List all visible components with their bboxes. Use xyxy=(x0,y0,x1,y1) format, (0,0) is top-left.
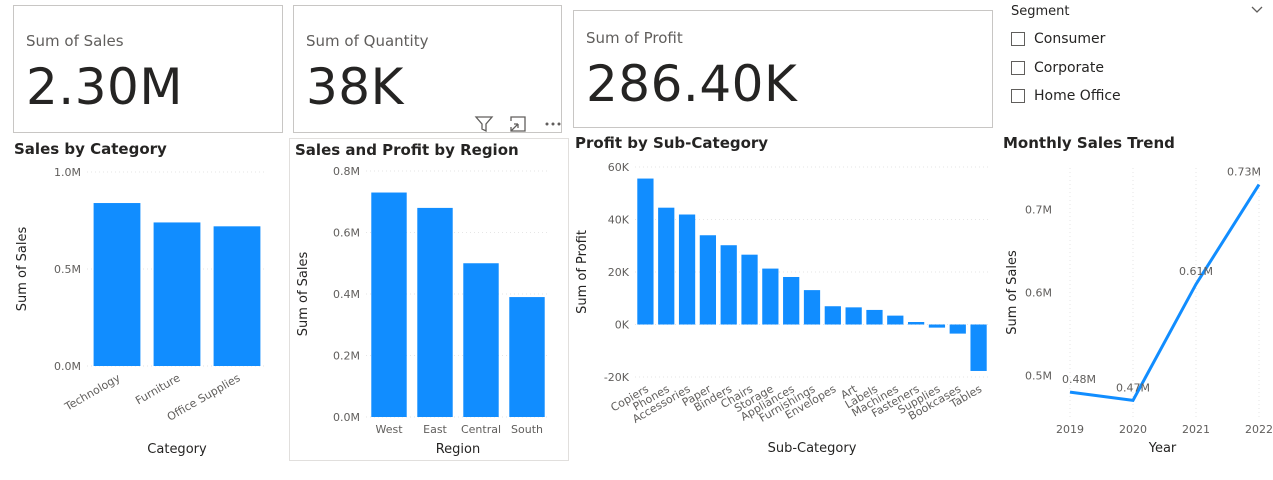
sales-and-profit-by-region-chart: 0.0M 0.2M 0.4M 0.6M 0.8M West East Central South… xyxy=(296,165,550,457)
card-label: Sum of Quantity xyxy=(306,32,429,50)
y-tick-label: 0.5M xyxy=(1025,370,1052,383)
x-tick-label: 2021 xyxy=(1182,423,1210,436)
slicer-item-home-office[interactable]: Home Office xyxy=(1011,86,1121,106)
sales-card[interactable]: Sum of Sales 2.30M xyxy=(13,5,283,133)
visual-header xyxy=(470,113,570,135)
bar xyxy=(845,307,862,325)
profit-by-sub-category-chart: -20K0K20K40K60KCopiersPhonesAccessoriesP… xyxy=(575,161,989,456)
bar xyxy=(866,309,883,325)
sales-by-category-visual[interactable]: Sales by Category 0.0M 0.5M 1.0M Technology… xyxy=(14,140,284,465)
bar xyxy=(509,297,545,417)
y-tick-label: 0.7M xyxy=(1025,204,1052,217)
monthly-sales-trend-visual[interactable]: Monthly Sales Trend 0.5M 0.6M 0.7M 2019 2020… xyxy=(1003,134,1273,464)
y-axis-title: Sum of Profit xyxy=(575,230,590,314)
y-axis-title: Sum of Sales xyxy=(296,252,311,337)
y-tick-label: -20K xyxy=(604,371,630,384)
bar xyxy=(153,222,201,366)
y-axis-title: Sum of Sales xyxy=(15,227,30,312)
y-tick-label: 40K xyxy=(608,214,630,227)
line-series xyxy=(1069,183,1261,403)
bar xyxy=(720,245,737,325)
profit-by-sub-category-visual[interactable]: Profit by Sub-Category -20K 0K 20K 40K 60K Co… xyxy=(575,134,995,464)
card-value: 2.30M xyxy=(26,58,183,116)
y-tick-label: 0.6M xyxy=(1025,287,1052,300)
y-tick-label: 0.6M xyxy=(333,227,360,240)
bar xyxy=(928,324,946,328)
x-axis-title: Year xyxy=(1148,441,1177,456)
x-tick-label: 2020 xyxy=(1119,423,1147,436)
x-axis-title: Category xyxy=(147,442,207,457)
checkbox[interactable] xyxy=(1011,32,1025,46)
data-label: 0.48M xyxy=(1062,373,1096,386)
bar xyxy=(741,254,758,325)
slicer-item-label: Home Office xyxy=(1034,88,1121,104)
y-tick-label: 20K xyxy=(608,266,630,279)
data-label: 0.47M xyxy=(1116,381,1150,394)
x-tick-label: Central xyxy=(461,423,501,436)
card-label: Sum of Sales xyxy=(26,32,124,50)
x-axis-title: Sub-Category xyxy=(768,441,857,456)
bar xyxy=(93,203,141,366)
focus-mode-icon[interactable] xyxy=(507,113,529,135)
filter-icon[interactable] xyxy=(473,113,495,135)
bar xyxy=(658,207,675,325)
checkbox[interactable] xyxy=(1011,61,1025,75)
bar xyxy=(907,322,925,325)
card-value: 38K xyxy=(306,58,404,116)
slicer-item-consumer[interactable]: Consumer xyxy=(1011,29,1105,49)
bar xyxy=(463,263,499,417)
y-tick-label: 0.8M xyxy=(333,165,360,178)
y-axis-title: Sum of Sales xyxy=(1005,250,1020,335)
slicer-title: Segment xyxy=(1011,4,1070,19)
bar xyxy=(949,324,966,334)
y-tick-label: 0K xyxy=(615,319,630,332)
y-tick-label: 0.0M xyxy=(54,360,81,373)
data-label: 0.73M xyxy=(1227,166,1261,179)
bar xyxy=(887,315,904,325)
bar xyxy=(417,207,453,417)
x-tick-label: East xyxy=(423,423,447,436)
slicer-item-label: Corporate xyxy=(1034,60,1104,76)
y-tick-label: 0.2M xyxy=(333,350,360,363)
card-value: 286.40K xyxy=(586,55,798,113)
bar xyxy=(213,226,261,366)
chevron-down-icon[interactable] xyxy=(1250,2,1264,16)
bar xyxy=(678,214,696,325)
bar xyxy=(970,324,987,371)
bar xyxy=(371,192,407,417)
x-tick-label: 2019 xyxy=(1056,423,1084,436)
y-tick-label: 0.0M xyxy=(333,411,360,424)
y-tick-label: 0.4M xyxy=(333,288,360,301)
sales-and-profit-by-region-visual[interactable]: Sales and Profit by Region 0.0M 0.2M 0.4M 0… xyxy=(289,138,569,461)
profit-card[interactable]: Sum of Profit 286.40K xyxy=(573,10,993,128)
bar xyxy=(824,306,841,325)
bar xyxy=(699,235,717,325)
checkbox[interactable] xyxy=(1011,89,1025,103)
y-tick-label: 60K xyxy=(608,161,630,174)
sales-by-category-chart: 0.0M0.5M1.0MTechnology FurnitureOffice Su… xyxy=(15,166,267,457)
x-tick-label: Technology xyxy=(62,371,123,414)
monthly-sales-trend-chart: 0.5M 0.6M 0.7M 2019 2020 2021 2022 0.48M 0.47M 0.… xyxy=(1005,166,1273,456)
more-options-icon[interactable] xyxy=(542,113,564,135)
x-tick-label: 2022 xyxy=(1245,423,1273,436)
x-axis-title: Region xyxy=(436,442,481,457)
x-tick-label: Furniture xyxy=(133,371,182,407)
x-tick-label: South xyxy=(511,423,543,436)
bar xyxy=(762,268,779,325)
bar xyxy=(803,290,821,325)
x-tick-label: West xyxy=(375,423,403,436)
bar xyxy=(783,276,800,325)
data-label: 0.61M xyxy=(1179,265,1213,278)
card-label: Sum of Profit xyxy=(586,29,683,47)
y-tick-label: 1.0M xyxy=(54,166,81,179)
slicer-item-label: Consumer xyxy=(1034,31,1106,47)
y-tick-label: 0.5M xyxy=(54,263,81,276)
slicer-item-corporate[interactable]: Corporate xyxy=(1011,58,1104,78)
bar xyxy=(637,178,654,325)
